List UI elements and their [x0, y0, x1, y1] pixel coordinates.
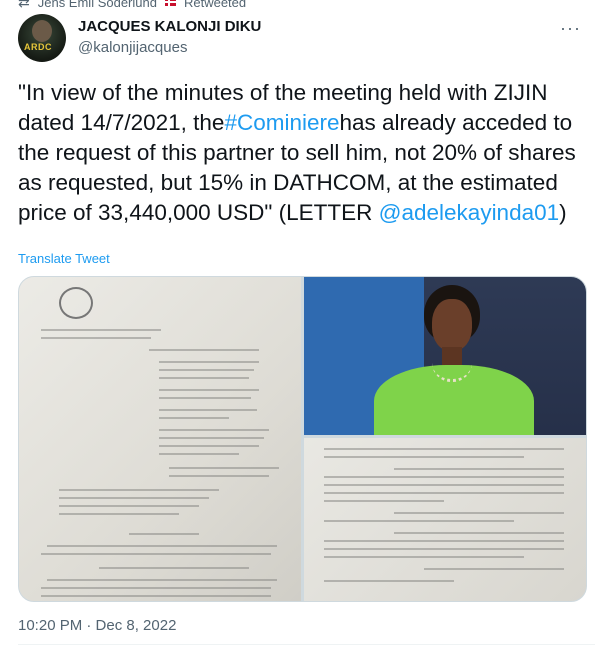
tweet-timestamp[interactable]: 10:20 PM · Dec 8, 2022 [18, 617, 176, 634]
doc-rule [59, 513, 179, 515]
doc-rule [169, 467, 279, 469]
letter-continuation-image[interactable] [304, 438, 586, 601]
doc-rule [324, 448, 564, 450]
retweeted-label: Retweeted [183, 0, 247, 10]
avatar-head-shape [32, 20, 52, 42]
doc-rule [159, 397, 251, 399]
doc-rule [324, 484, 564, 486]
doc-rule [324, 476, 564, 478]
doc-rule [41, 553, 271, 555]
doc-rule [324, 548, 564, 550]
doc-rule [324, 580, 454, 582]
doc-rule [47, 579, 277, 581]
author-handle[interactable]: @kalonjijacques [78, 39, 187, 56]
retweeter-name[interactable]: Jens Emil Söderlund [38, 0, 157, 10]
doc-rule [159, 389, 259, 391]
doc-rule [159, 409, 257, 411]
avatar[interactable]: ARDC [18, 14, 66, 62]
doc-rule [394, 468, 564, 470]
doc-rule [159, 417, 229, 419]
tweet-text-part3: ) [559, 200, 567, 225]
doc-rule [59, 497, 209, 499]
doc-rule [99, 567, 249, 569]
doc-rule [324, 492, 564, 494]
hashtag-link[interactable]: #Cominiere [224, 110, 339, 135]
doc-rule [159, 429, 269, 431]
author-name[interactable]: JACQUES KALONJI DIKU [78, 18, 261, 35]
doc-rule [324, 520, 514, 522]
mention-link[interactable]: @adelekayinda01 [379, 200, 559, 225]
doc-rule [324, 540, 564, 542]
doc-rule [324, 500, 444, 502]
doc-rule [394, 532, 564, 534]
doc-rule [41, 329, 161, 331]
doc-rule [324, 456, 524, 458]
doc-rule [324, 556, 524, 558]
doc-rule [41, 587, 271, 589]
doc-rule [159, 369, 254, 371]
doc-rule [159, 361, 259, 363]
doc-rule [129, 533, 199, 535]
more-options-icon[interactable]: ··· [560, 18, 581, 39]
doc-rule [59, 489, 219, 491]
emblem-seal [59, 287, 93, 319]
doc-rule [394, 512, 564, 514]
doc-rule [159, 453, 239, 455]
translate-tweet-link[interactable]: Translate Tweet [18, 251, 110, 266]
retweet-icon: ⇄ [18, 0, 30, 10]
doc-rule [424, 568, 564, 570]
doc-rule [169, 475, 269, 477]
doc-rule [149, 349, 259, 351]
doc-rule [41, 595, 271, 597]
official-portrait-image[interactable] [304, 277, 586, 435]
doc-rule [159, 437, 264, 439]
doc-rule [159, 445, 259, 447]
denmark-flag-icon [164, 0, 176, 6]
doc-rule [159, 377, 249, 379]
tweet-text: "In view of the minutes of the meeting h… [18, 78, 583, 228]
doc-rule [47, 545, 277, 547]
letter-page-image[interactable] [19, 277, 301, 601]
doc-rule [59, 505, 199, 507]
portrait-face [432, 299, 472, 351]
media-grid[interactable] [18, 276, 587, 602]
doc-rule [41, 337, 151, 339]
retweet-indicator[interactable]: ⇄ Jens Emil Söderlund Retweeted [18, 0, 246, 10]
avatar-label: ARDC [24, 42, 52, 52]
